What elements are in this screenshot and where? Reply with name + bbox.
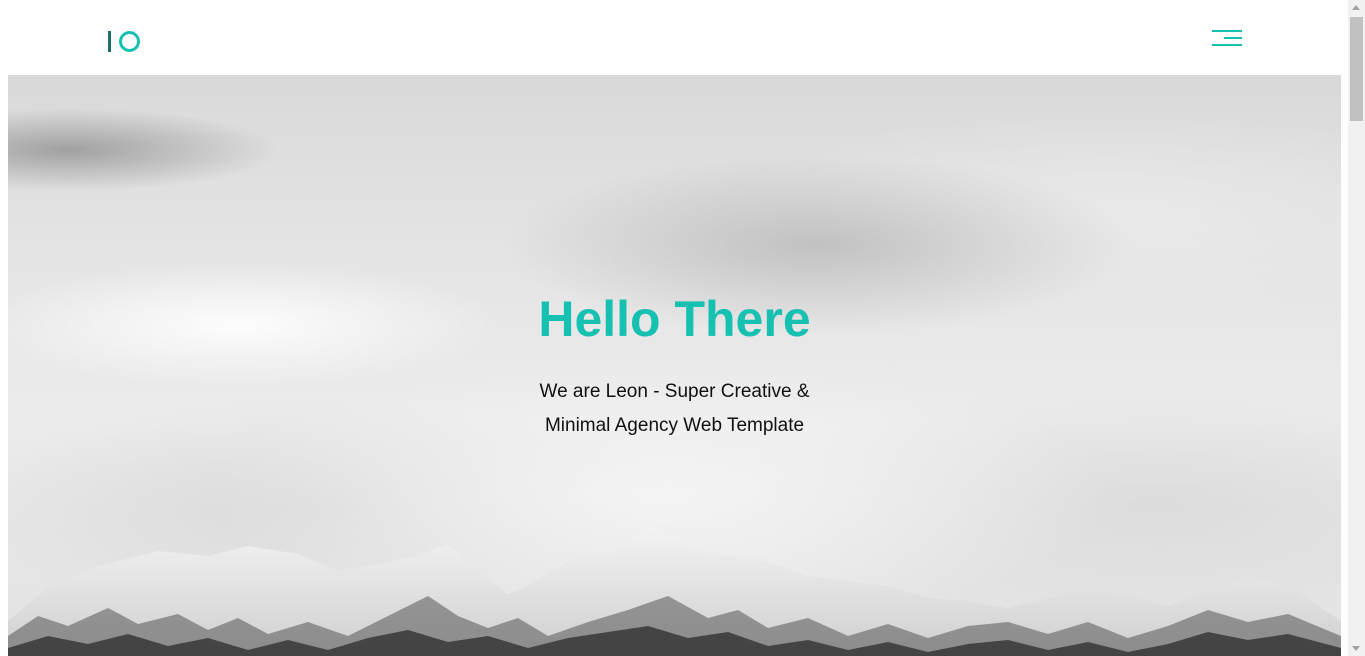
scroll-down-arrow-icon[interactable] — [1352, 646, 1360, 651]
scroll-up-arrow-icon[interactable] — [1352, 5, 1360, 10]
page: Hello There We are Leon - Super Creative… — [0, 0, 1365, 656]
vertical-scrollbar[interactable] — [1348, 0, 1365, 656]
hero-title: Hello There — [538, 291, 811, 347]
logo-ring-icon — [119, 31, 140, 52]
scrollbar-thumb[interactable] — [1350, 17, 1363, 121]
hero-subtitle: We are Leon - Super Creative & Minimal A… — [539, 381, 810, 436]
hamburger-menu-icon — [1212, 44, 1242, 46]
site-logo[interactable] — [106, 30, 142, 54]
hero-content: Hello There We are Leon - Super Creative… — [8, 289, 1341, 443]
hero-section: Hello There We are Leon - Super Creative… — [8, 75, 1341, 656]
hamburger-menu-icon — [1212, 30, 1242, 32]
mountain-range-image — [8, 526, 1341, 656]
logo-bar-icon — [108, 31, 111, 52]
site-header — [0, 0, 1348, 75]
hamburger-menu-icon — [1224, 37, 1242, 39]
hamburger-menu-button[interactable] — [1210, 28, 1244, 50]
